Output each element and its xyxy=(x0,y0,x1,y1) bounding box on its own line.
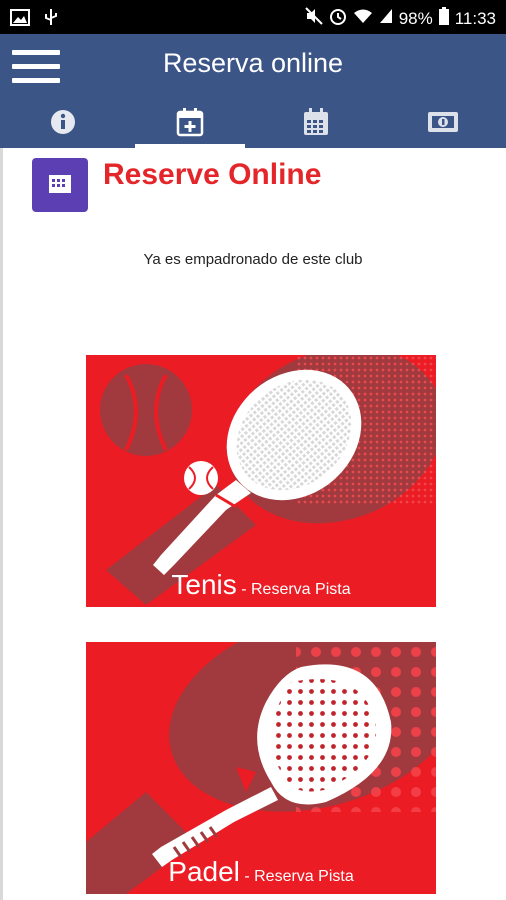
app-title: Reserva online xyxy=(162,48,344,78)
calendar-booking-icon xyxy=(32,158,88,212)
card-subtitle: - Reserva Pista xyxy=(239,868,354,885)
tab-new-booking[interactable] xyxy=(127,100,254,148)
battery-percent: 98% xyxy=(398,8,433,28)
app-bar: Reserva online xyxy=(0,34,506,148)
padel-booking-card[interactable]: Padel - Reserva Pista xyxy=(86,642,436,894)
card-subtitle: - Reserva Pista xyxy=(236,581,351,598)
card-sport-name: Padel xyxy=(168,856,240,887)
scroll-edge xyxy=(0,148,3,900)
calendar-add-icon xyxy=(176,107,204,142)
alarm-icon xyxy=(329,7,347,30)
tab-payments[interactable] xyxy=(380,100,506,148)
tab-bar xyxy=(0,100,506,148)
membership-notice: Ya es empadronado de este club xyxy=(143,251,363,268)
gallery-icon xyxy=(10,8,30,31)
status-time: 11:33 xyxy=(454,8,496,28)
main-content: Reserve Online Ya es empadronado de este… xyxy=(0,148,506,900)
calendar-icon xyxy=(302,107,330,142)
status-bar: 98% 11:33 xyxy=(0,0,506,34)
usb-icon xyxy=(44,8,58,31)
tab-info[interactable] xyxy=(0,100,127,148)
card-sport-name: Tenis xyxy=(171,569,237,600)
info-icon xyxy=(50,109,76,140)
card-caption: Padel - Reserva Pista xyxy=(86,856,436,888)
wifi-icon xyxy=(353,8,373,29)
page-title: Reserve Online xyxy=(103,158,322,191)
card-caption: Tenis - Reserva Pista xyxy=(86,569,436,601)
tab-calendar[interactable] xyxy=(253,100,380,148)
signal-icon xyxy=(379,8,393,29)
battery-icon xyxy=(438,7,449,30)
mute-icon xyxy=(304,7,323,30)
cash-icon xyxy=(427,111,459,138)
tennis-booking-card[interactable]: Tenis - Reserva Pista xyxy=(86,355,436,607)
